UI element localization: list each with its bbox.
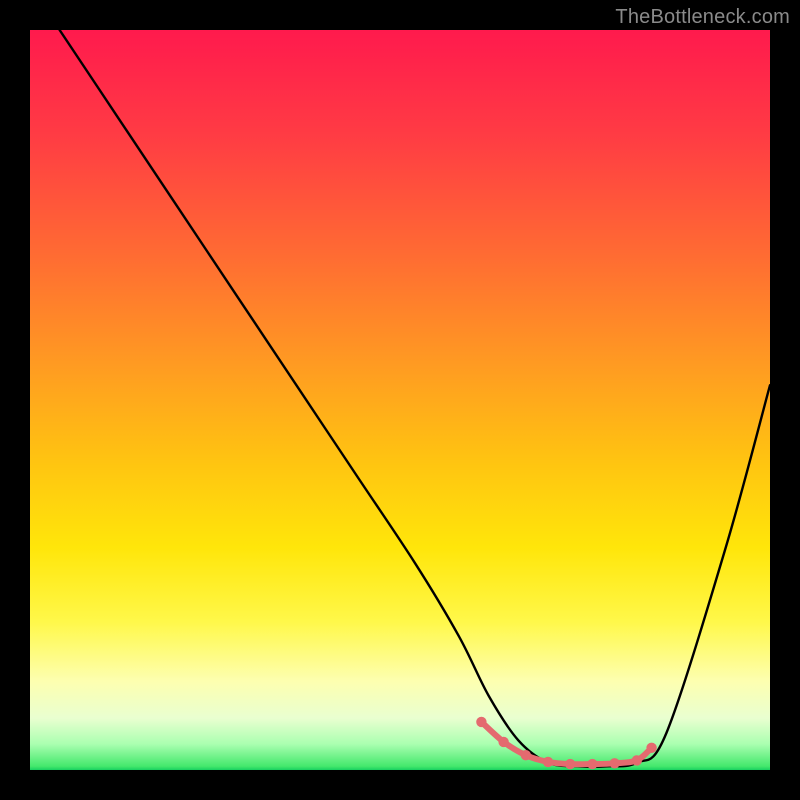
valley-dot	[498, 737, 508, 747]
valley-dot	[587, 759, 597, 769]
valley-dot	[476, 717, 486, 727]
valley-dot	[543, 757, 553, 767]
curve-layer	[30, 30, 770, 770]
valley-dot	[565, 759, 575, 769]
plot-area	[30, 30, 770, 770]
chart-frame: TheBottleneck.com	[0, 0, 800, 800]
valley-dot	[521, 750, 531, 760]
valley-dot	[646, 743, 656, 753]
valley-dot	[609, 758, 619, 768]
bottleneck-curve	[60, 30, 770, 767]
watermark-text: TheBottleneck.com	[615, 6, 790, 29]
valley-dot	[632, 755, 642, 765]
